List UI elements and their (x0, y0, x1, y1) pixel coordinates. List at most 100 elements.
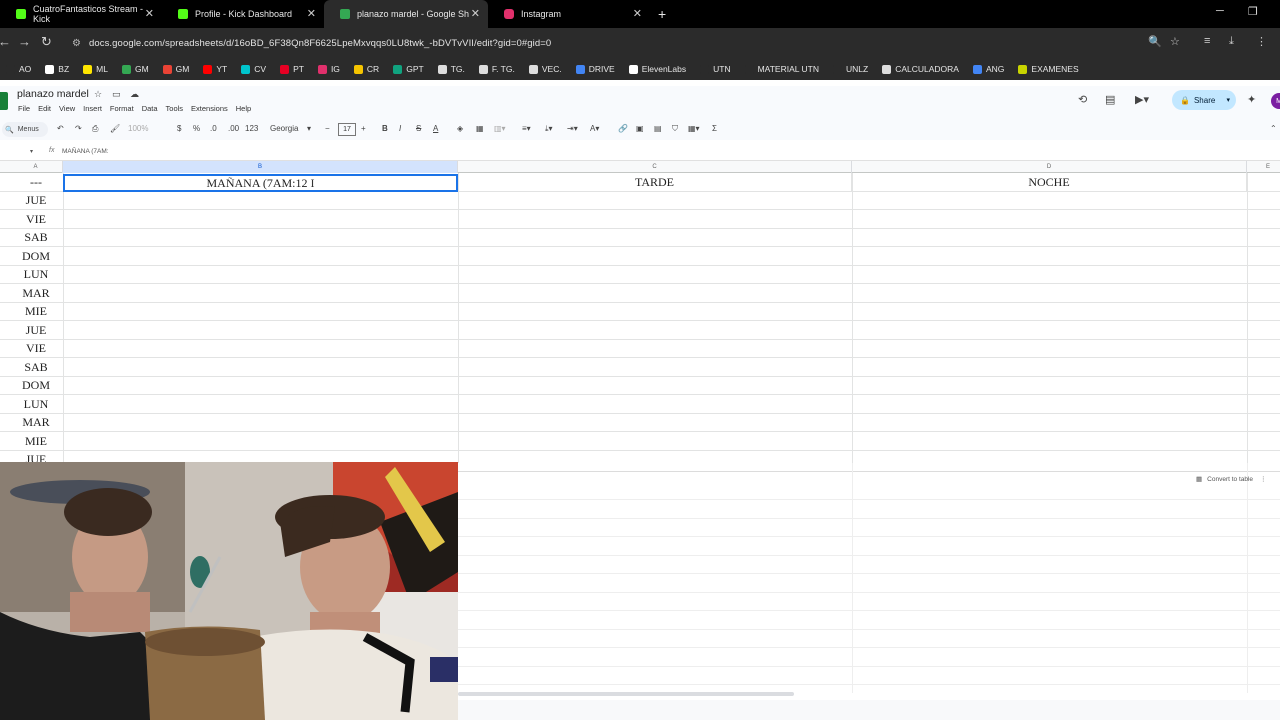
font-size-input[interactable]: 17 (338, 123, 356, 136)
document-title[interactable]: planazo mardel (17, 88, 89, 100)
horizontal-align-icon[interactable]: ≡▾ (522, 124, 531, 133)
chevron-down-icon[interactable]: ▾ (307, 124, 311, 133)
menu-data[interactable]: Data (142, 104, 158, 113)
comments-icon[interactable]: ▤ (1105, 93, 1115, 106)
menu-tools[interactable]: Tools (166, 104, 184, 113)
cell-c1[interactable]: TARDE (458, 173, 852, 192)
cell-a1[interactable]: --- (9, 173, 63, 192)
bookmark-item[interactable]: GM (162, 64, 189, 74)
day-cell[interactable]: LUN (9, 395, 63, 414)
bookmark-star-icon[interactable]: ☆ (1170, 35, 1180, 48)
horizontal-scrollbar[interactable] (458, 692, 794, 696)
cell-d1[interactable]: NOCHE (852, 173, 1247, 192)
day-cell[interactable]: MIE (9, 432, 63, 451)
bookmark-item[interactable]: UNLZ (833, 64, 868, 74)
active-cell-b1[interactable]: MAÑANA (7AM:12 I (63, 174, 458, 192)
gemini-icon[interactable]: ✦ (1247, 93, 1256, 106)
tab-kick-dashboard[interactable]: Profile - Kick Dashboard ✕ (162, 0, 324, 28)
bookmark-item[interactable]: ANG (972, 64, 1004, 74)
paint-format-icon[interactable]: 🖌 (110, 124, 120, 133)
bookmark-item[interactable]: AO (6, 64, 31, 74)
day-cell[interactable]: LUN (9, 266, 63, 285)
close-icon[interactable]: ✕ (471, 7, 480, 20)
column-header-b[interactable]: B (63, 161, 458, 173)
borders-icon[interactable]: ▦ (476, 124, 484, 133)
forward-icon[interactable]: → (18, 34, 31, 49)
insert-comment-icon[interactable]: ▣ (636, 124, 644, 133)
insert-chart-icon[interactable]: ▤ (654, 124, 662, 133)
menu-extensions[interactable]: Extensions (191, 104, 228, 113)
bookmark-item[interactable]: VEC. (528, 64, 562, 74)
bookmark-item[interactable]: CR (353, 64, 379, 74)
back-icon[interactable]: ← (0, 34, 11, 49)
decrease-decimal-button[interactable]: .0 (210, 124, 217, 133)
day-cell[interactable]: MIE (9, 303, 63, 322)
text-rotation-icon[interactable]: A▾ (590, 124, 599, 133)
day-cell[interactable]: JUE (9, 321, 63, 340)
filter-icon[interactable]: ⛉ (672, 124, 678, 134)
functions-icon[interactable]: Σ (712, 124, 717, 133)
collapse-toolbar-icon[interactable]: ⌃ (1270, 124, 1277, 133)
day-cell[interactable]: JUE (9, 192, 63, 211)
menu-view[interactable]: View (59, 104, 75, 113)
bookmark-item[interactable]: GM (121, 64, 149, 74)
bookmark-item[interactable]: BZ (45, 64, 69, 74)
font-size-decrease-icon[interactable]: − (325, 124, 330, 133)
vertical-align-icon[interactable]: ⤓▾ (545, 124, 553, 134)
day-cell[interactable]: MAR (9, 414, 63, 433)
bookmark-item[interactable]: DRIVE (575, 64, 615, 74)
column-header-d[interactable]: D (852, 161, 1247, 173)
bookmark-item[interactable]: F. TG. (478, 64, 515, 74)
more-options-icon[interactable]: ⋮ (1260, 475, 1267, 483)
menu-dots-icon[interactable]: ⋮ (1256, 35, 1267, 48)
zoom-select[interactable]: 100% (128, 124, 148, 133)
day-cell[interactable]: DOM (9, 247, 63, 266)
bookmark-item[interactable]: ElevenLabs (628, 64, 686, 74)
column-header-e[interactable]: E (1247, 161, 1280, 173)
download-icon[interactable]: ⤓ (1229, 35, 1234, 48)
print-icon[interactable]: ⎙ (92, 124, 98, 134)
sheets-logo-icon[interactable] (0, 92, 8, 110)
insert-link-icon[interactable]: 🔗 (618, 124, 628, 133)
text-wrapping-icon[interactable]: ⇥▾ (567, 124, 578, 133)
menu-help[interactable]: Help (236, 104, 251, 113)
menus-search[interactable]: 🔍 Menus (2, 122, 48, 137)
currency-format-button[interactable]: $ (177, 124, 181, 133)
column-header-a[interactable]: A (9, 161, 63, 173)
menu-file[interactable]: File (18, 104, 30, 113)
italic-icon[interactable]: I (399, 124, 401, 133)
day-cell[interactable]: MAR (9, 284, 63, 303)
bookmark-item[interactable]: YT (203, 64, 227, 74)
reload-icon[interactable]: ↻ (41, 34, 52, 50)
bookmark-item[interactable]: MATERIAL UTN (744, 64, 819, 74)
name-box-chevron-icon[interactable]: ▾ (30, 148, 33, 155)
day-cell[interactable]: VIE (9, 340, 63, 359)
new-tab-icon[interactable]: + (658, 6, 666, 22)
meet-icon[interactable]: ▶▾ (1135, 93, 1149, 106)
site-info-icon[interactable]: ⚙ (72, 38, 81, 49)
bookmark-item[interactable]: TG. (437, 64, 465, 74)
column-header-c[interactable]: C (458, 161, 852, 173)
close-icon[interactable]: ✕ (145, 7, 154, 20)
day-cell[interactable]: DOM (9, 377, 63, 396)
bookmark-item[interactable]: CV (241, 64, 266, 74)
minimize-icon[interactable]: ─ (1216, 5, 1224, 17)
day-cell[interactable]: SAB (9, 358, 63, 377)
tab-instagram[interactable]: Instagram ✕ (488, 0, 650, 28)
number-format-button[interactable]: 123 (245, 124, 258, 133)
reading-list-icon[interactable]: ≡ (1204, 35, 1210, 47)
maximize-icon[interactable]: ❐ (1248, 5, 1258, 18)
chevron-down-icon[interactable]: ▾ (1226, 96, 1230, 104)
bold-icon[interactable]: B (382, 124, 388, 133)
menu-format[interactable]: Format (110, 104, 134, 113)
address-bar[interactable]: ⚙ docs.google.com/spreadsheets/d/16oBD_6… (62, 32, 1192, 54)
font-select[interactable]: Georgia (270, 124, 298, 133)
filter-views-icon[interactable]: ▦▾ (688, 124, 700, 133)
tab-kick-stream[interactable]: CuatroFantasticos Stream - Kick ✕ (0, 0, 162, 28)
font-size-increase-icon[interactable]: + (361, 124, 366, 133)
merge-cells-icon[interactable]: ▥▾ (494, 124, 506, 133)
percent-format-button[interactable]: % (193, 124, 200, 133)
undo-icon[interactable]: ↶ (57, 124, 64, 133)
star-icon[interactable]: ☆ (94, 89, 108, 100)
zoom-icon[interactable]: 🔍 (1148, 35, 1162, 48)
